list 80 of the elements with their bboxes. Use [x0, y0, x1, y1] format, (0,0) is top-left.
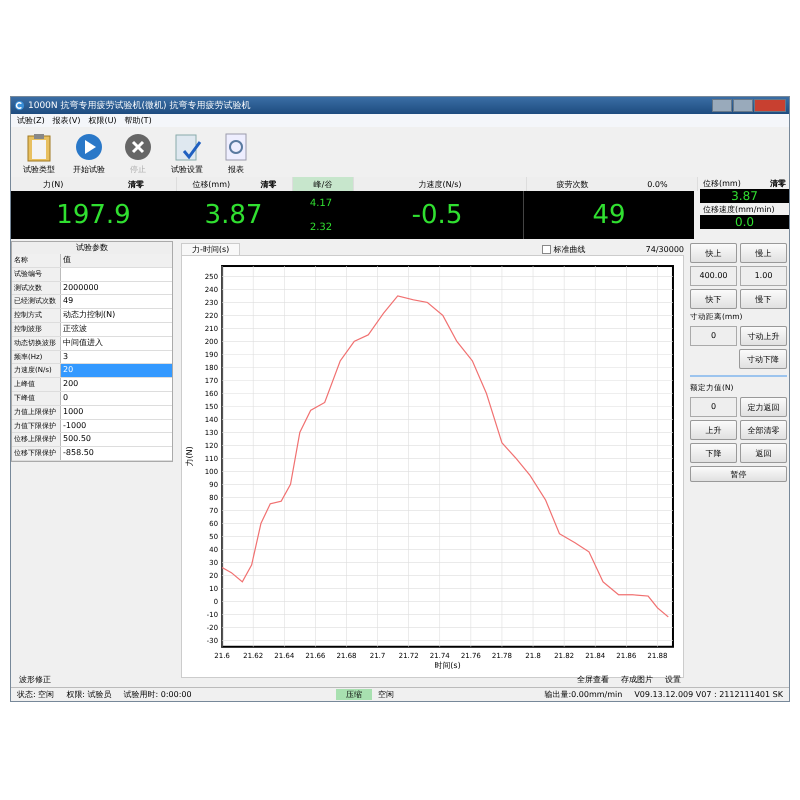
cycle-count-display: 49	[523, 191, 694, 239]
app-logo-icon	[14, 100, 25, 111]
side-readout-display: 3.87	[700, 189, 789, 203]
value-cell[interactable]: 中间值进入	[61, 336, 172, 350]
menu-item[interactable]: 帮助(T)	[124, 115, 152, 126]
stop-icon	[123, 132, 153, 162]
zero-button[interactable]: 清零	[770, 178, 786, 188]
control-button[interactable]: 上升	[690, 420, 737, 440]
point-counter: 74/30000	[646, 244, 684, 254]
panel-title: 试验参数	[12, 242, 172, 254]
chart-action-link[interactable]: 全屏查看	[577, 674, 609, 685]
y-axis-title: 力(N)	[185, 446, 194, 466]
toolbar-button[interactable]: 试验设置	[169, 132, 205, 175]
readout-label: 力速度(N/s)	[418, 178, 462, 190]
status-item: 压缩	[336, 689, 372, 700]
value-cell[interactable]: 1000	[61, 406, 172, 419]
x-axis-title: 时间(s)	[434, 660, 461, 670]
side-readout-display: 0.0	[700, 215, 789, 229]
readout-label: 疲劳次数	[556, 178, 588, 190]
input-field[interactable]: 1.00	[740, 266, 787, 286]
value-cell[interactable]: -858.50	[61, 447, 172, 460]
input-field[interactable]: 0	[690, 326, 737, 346]
toolbar-button[interactable]: 报表	[219, 132, 253, 175]
value-cell[interactable]: 正弦波	[61, 322, 172, 336]
standard-curve-checkbox[interactable]: 标准曲线	[542, 244, 586, 254]
status-item: 状态: 空闲	[16, 689, 56, 700]
close-button[interactable]	[754, 99, 786, 112]
menu-item[interactable]: 试验(Z)	[17, 115, 45, 126]
menu-item[interactable]: 报表(V)	[52, 115, 80, 126]
chart-tab[interactable]: 力-时间(s)	[181, 243, 240, 255]
displacement-display: 3.87	[176, 191, 291, 239]
value-cell[interactable]: 500.50	[61, 433, 172, 446]
readout-label: 峰/谷	[314, 178, 332, 190]
status-item: 输出量:0.00mm/min	[543, 689, 624, 700]
valley-value: 2.32	[310, 222, 332, 232]
status-item: 试验用时: 0:00:00	[122, 689, 193, 700]
control-button[interactable]: 定力返回	[740, 397, 787, 417]
control-button[interactable]: 慢下	[740, 289, 787, 309]
value-cell[interactable]: 200	[61, 378, 172, 391]
status-item: 空闲	[377, 689, 396, 700]
value-cell[interactable]: 2000000	[61, 282, 172, 294]
value-cell[interactable]: 动态力控制(N)	[61, 309, 172, 322]
status-item: V09.13.12.009 V07 : 2112111401 SK	[633, 690, 784, 699]
force-rate-display: -0.5	[351, 191, 523, 239]
readout-label: 位移速度(mm/min)	[703, 204, 775, 214]
control-button[interactable]: 寸动上升	[740, 326, 787, 346]
force-display: 197.9	[11, 191, 176, 239]
control-button[interactable]: 全部清零	[740, 420, 787, 440]
chart-action-link[interactable]: 存成图片	[621, 674, 653, 685]
input-field[interactable]: 0	[690, 397, 737, 417]
status-item: 权限: 试验员	[65, 689, 112, 700]
play-icon	[74, 132, 104, 162]
control-button[interactable]: 返回	[740, 443, 787, 463]
readout-label: 位移(mm)	[192, 178, 230, 190]
waveform-correction-link[interactable]: 波形修正	[19, 674, 51, 685]
value-cell[interactable]: -1000	[61, 420, 172, 432]
chart-action-link[interactable]: 设置	[665, 674, 681, 685]
window-title: 1000N 抗弯专用疲劳试验机(微机) 抗弯专用疲劳试验机	[28, 100, 252, 112]
readout-label: 力(N)	[43, 178, 64, 190]
control-button[interactable]: 慢上	[740, 243, 787, 263]
readout-label: 位移(mm)	[703, 178, 741, 188]
value-cell[interactable]: 3	[61, 350, 172, 364]
control-button[interactable]: 快上	[690, 243, 737, 263]
maximize-button[interactable]	[733, 99, 753, 112]
value-cell[interactable]: 0	[61, 392, 172, 405]
control-button[interactable]: 快下	[690, 289, 737, 309]
menu-item[interactable]: 权限(U)	[88, 115, 117, 126]
control-button[interactable]: 下降	[690, 443, 737, 463]
toolbar-button[interactable]: 开始试验	[71, 132, 107, 175]
zero-button[interactable]: 清零	[260, 178, 277, 190]
minimize-button[interactable]	[712, 99, 732, 112]
input-field[interactable]: 400.00	[690, 266, 737, 286]
value-cell[interactable]: 49	[61, 295, 172, 308]
progress-percent: 0.0%	[647, 180, 668, 188]
toolbar-button[interactable]: 试验类型	[21, 132, 57, 175]
zero-button[interactable]: 清零	[128, 178, 144, 190]
column-header: 值	[62, 254, 72, 266]
peak-value: 4.17	[310, 198, 332, 208]
pause-button[interactable]: 暂停	[690, 466, 787, 482]
control-button[interactable]: 寸动下降	[739, 349, 787, 369]
